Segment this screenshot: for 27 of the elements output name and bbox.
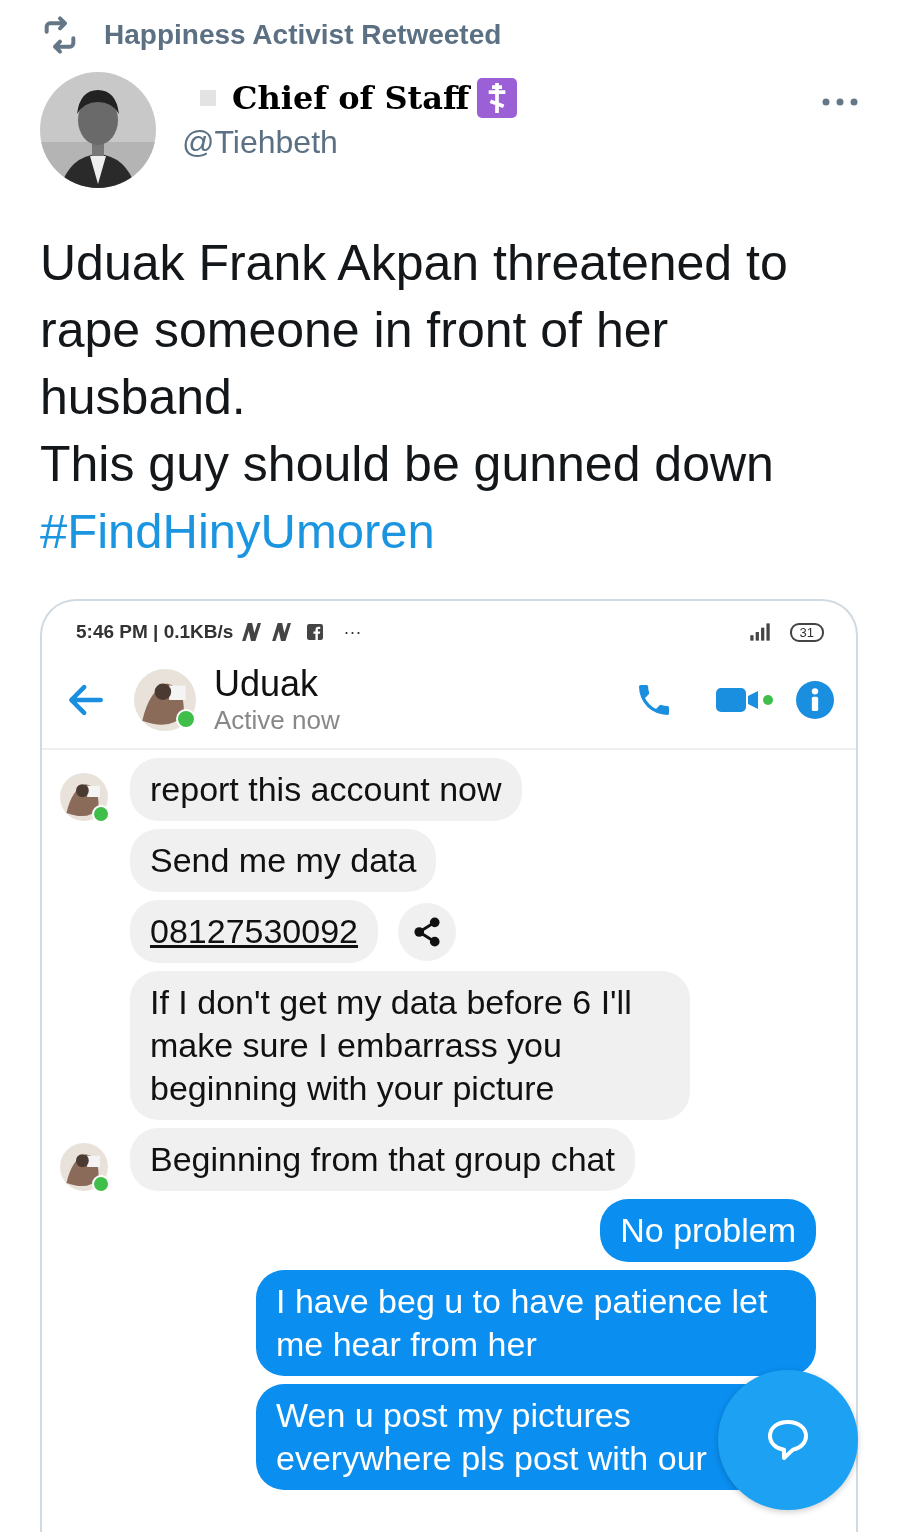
message-bubble: No problem — [600, 1199, 816, 1262]
info-icon[interactable] — [796, 680, 834, 719]
display-name[interactable]: Chief of Staff — [232, 79, 470, 117]
notification-icon — [269, 622, 294, 642]
message-bubble: report this account now — [130, 758, 522, 821]
more-icon[interactable] — [822, 98, 858, 106]
online-dot — [92, 1175, 110, 1193]
message-bubble: I have beg u to have patience let me hear from her — [256, 1270, 816, 1376]
tweet-text: This guy should be gunned down — [40, 435, 775, 494]
more-indicator: ··· — [343, 621, 362, 643]
contact-name: Uduak — [214, 663, 320, 705]
notification-icon — [239, 622, 264, 642]
tweet-text: Uduak Frank Akpan threatened to rape someone in front of her husband. — [40, 234, 789, 427]
user-handle[interactable]: @Tiehbeth — [182, 124, 518, 161]
contact-status: Active now — [214, 705, 340, 736]
badge-icon — [200, 90, 216, 106]
phone-link[interactable]: 08127530092 — [130, 900, 378, 963]
cross-icon — [477, 78, 518, 118]
status-time: 5:46 PM | 0.1KB/s — [76, 621, 234, 643]
message-bubble: If I don't get my data before 6 I'll make sure I embarrass you beginning with your picture — [130, 971, 690, 1120]
facebook-icon — [307, 624, 324, 640]
online-dot — [92, 805, 110, 823]
message-bubble: Beginning from that group chat — [130, 1128, 635, 1191]
share-icon[interactable] — [398, 902, 456, 961]
battery-level: 31 — [789, 622, 824, 642]
message-bubble: Send me my data — [130, 829, 437, 892]
retweet-label: Happiness Activist Retweeted — [104, 19, 502, 51]
